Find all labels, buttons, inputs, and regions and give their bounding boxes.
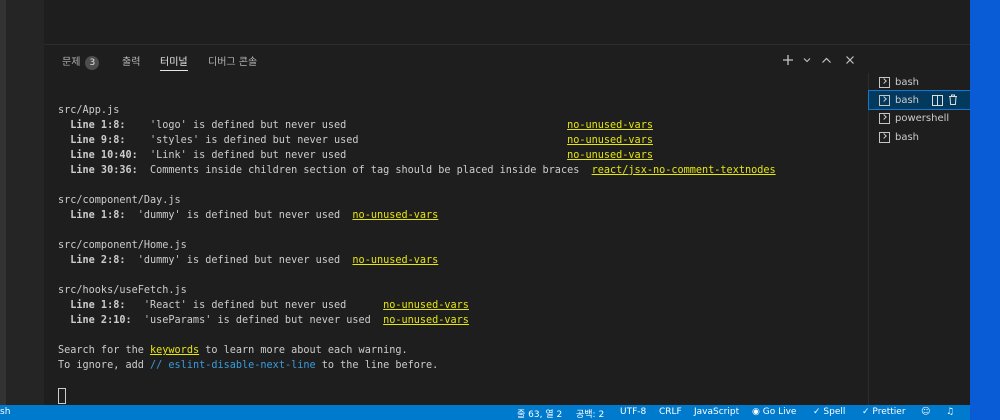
check-icon: ✓ <box>813 407 821 417</box>
terminal-line: src/component/Home.js <box>58 238 187 253</box>
panel-tabs: 문제 3 출력 터미널 디버그 콘솔 <box>44 45 864 75</box>
lint-rule-link[interactable]: no-unused-vars <box>383 315 469 326</box>
lint-rule-link[interactable]: no-unused-vars <box>567 120 653 131</box>
terminal-list: bash bash powershell bash <box>868 73 972 405</box>
desktop-edge <box>970 0 1000 420</box>
status-encoding[interactable]: UTF-8 <box>620 407 646 417</box>
lint-location: Line 1:8: <box>58 300 138 311</box>
split-terminal-icon[interactable] <box>932 95 943 106</box>
lint-message: Comments inside children section of tag … <box>143 165 592 176</box>
terminal-item-label: bash <box>895 131 920 143</box>
check-double-icon: ✓ <box>862 407 870 417</box>
terminal-icon <box>879 112 890 124</box>
lint-rule-link[interactable]: no-unused-vars <box>567 135 653 146</box>
status-spell[interactable]: ✓ Spell <box>813 407 845 417</box>
status-indentation[interactable]: 공백: 2 <box>576 407 604 420</box>
lint-message: 'dummy' is defined but never used <box>131 255 353 266</box>
terminal-line: Line 2:10: 'useParams' is defined but ne… <box>58 313 469 328</box>
terminal-line: Line 1:8: 'dummy' is defined but never u… <box>58 208 438 223</box>
terminal-item-label: bash <box>895 76 920 88</box>
lint-rule-link[interactable]: no-unused-vars <box>567 150 653 161</box>
terminal-item-bash-1[interactable]: bash <box>869 73 971 91</box>
terminal-icon <box>879 131 890 143</box>
terminal-text: To ignore, add <box>58 360 151 371</box>
scrollbar-track[interactable] <box>0 0 6 405</box>
status-bar: sh 줄 63, 열 2 공백: 2 UTF-8 CRLF JavaScript… <box>0 405 970 420</box>
status-language[interactable]: JavaScript <box>694 407 739 417</box>
close-icon[interactable] <box>840 50 860 70</box>
broadcast-icon: ◉ <box>752 407 760 417</box>
terminal-line: Line 1:8: 'React' is defined but never u… <box>58 298 469 313</box>
lint-location: Line 30:36: <box>58 165 144 176</box>
spell-label: Spell <box>823 407 846 417</box>
lint-location: Line 9:8: <box>58 135 144 146</box>
trash-icon[interactable] <box>948 94 958 108</box>
lint-rule-link[interactable]: no-unused-vars <box>352 210 438 221</box>
terminal-line: src/component/Day.js <box>58 193 181 208</box>
terminal-item-powershell[interactable]: powershell <box>869 109 971 127</box>
lint-message: 'React' is defined but never used <box>137 300 384 311</box>
prettier-label: Prettier <box>872 407 906 417</box>
terminal-cursor <box>58 388 66 404</box>
terminal-text: to the line before. <box>315 360 439 371</box>
terminal-text: Search for the <box>58 345 151 356</box>
bottom-panel: 문제 3 출력 터미널 디버그 콘솔 src/App.js Line 1:8: '… <box>44 45 970 405</box>
status-shell[interactable]: sh <box>0 407 10 417</box>
chevron-up-icon[interactable] <box>816 50 836 70</box>
activity-strip <box>0 0 45 405</box>
tab-terminal[interactable]: 터미널 <box>160 53 188 71</box>
lint-message: 'styles' is defined but never used <box>143 135 568 146</box>
terminal-line: To ignore, add // eslint-disable-next-li… <box>58 358 438 373</box>
terminal-line: src/hooks/useFetch.js <box>58 283 187 298</box>
golive-label: Go Live <box>762 407 797 417</box>
lint-location: Line 10:40: <box>58 150 144 161</box>
terminal-item-label: bash <box>895 94 920 106</box>
tab-output[interactable]: 출력 <box>122 53 140 68</box>
disable-comment: // eslint-disable-next-line <box>150 360 316 371</box>
status-eol[interactable]: CRLF <box>659 407 682 417</box>
terminal-item-bash-2[interactable]: bash <box>868 90 972 110</box>
terminal-text: src/component/Home.js <box>58 240 187 251</box>
terminal-line: Line 2:8: 'dummy' is defined but never u… <box>58 253 438 268</box>
terminal-line: Line 1:8: 'logo' is defined but never us… <box>58 118 653 133</box>
lint-message: 'dummy' is defined but never used <box>131 210 353 221</box>
keywords-link[interactable]: keywords <box>150 345 199 356</box>
terminal-text: src/App.js <box>58 105 120 116</box>
lint-message: 'useParams' is defined but never used <box>137 315 384 326</box>
chevron-down-icon[interactable] <box>802 50 812 70</box>
terminal-text: src/component/Day.js <box>58 195 181 206</box>
tab-label: 문제 <box>62 57 81 68</box>
lint-message: 'Link' is defined but never used <box>143 150 568 161</box>
lint-rule-link[interactable]: no-unused-vars <box>383 300 469 311</box>
editor-area <box>44 0 970 45</box>
terminal-text: to learn more about each warning. <box>199 345 408 356</box>
terminal-line: Search for the keywords to learn more ab… <box>58 343 408 358</box>
feedback-icon[interactable]: ☺ <box>921 407 930 417</box>
lint-location: Line 1:8: <box>58 120 144 131</box>
status-prettier[interactable]: ✓ Prettier <box>862 407 906 417</box>
problems-count-badge: 3 <box>85 56 100 70</box>
terminal-item-bash-3[interactable]: bash <box>869 128 971 146</box>
terminal-line: src/App.js <box>58 103 119 118</box>
panel-actions <box>778 49 860 71</box>
terminal-icon <box>879 76 890 88</box>
bell-icon[interactable]: ♫ <box>946 407 954 417</box>
terminal-text: src/hooks/useFetch.js <box>58 285 187 296</box>
lint-message: 'logo' is defined but never used <box>143 120 568 131</box>
terminal-icon <box>879 94 890 106</box>
lint-rule-link[interactable]: react/jsx-no-comment-textnodes <box>592 165 776 176</box>
status-cursor-position[interactable]: 줄 63, 열 2 <box>517 407 562 420</box>
lint-location: Line 2:8: <box>58 255 132 266</box>
lint-location: Line 1:8: <box>58 210 132 221</box>
tab-problems[interactable]: 문제 3 <box>62 53 100 70</box>
tab-debug-console[interactable]: 디버그 콘솔 <box>208 53 257 68</box>
lint-rule-link[interactable]: no-unused-vars <box>352 255 438 266</box>
terminal-line: Line 9:8: 'styles' is defined but never … <box>58 133 653 148</box>
terminal-line: Line 30:36: Comments inside children sec… <box>58 163 776 178</box>
terminal-item-label: powershell <box>895 112 950 124</box>
terminal-line: Line 10:40: 'Link' is defined but never … <box>58 148 653 163</box>
lint-location: Line 2:10: <box>58 315 138 326</box>
add-icon[interactable] <box>778 50 798 70</box>
status-golive[interactable]: ◉ Go Live <box>752 407 796 417</box>
